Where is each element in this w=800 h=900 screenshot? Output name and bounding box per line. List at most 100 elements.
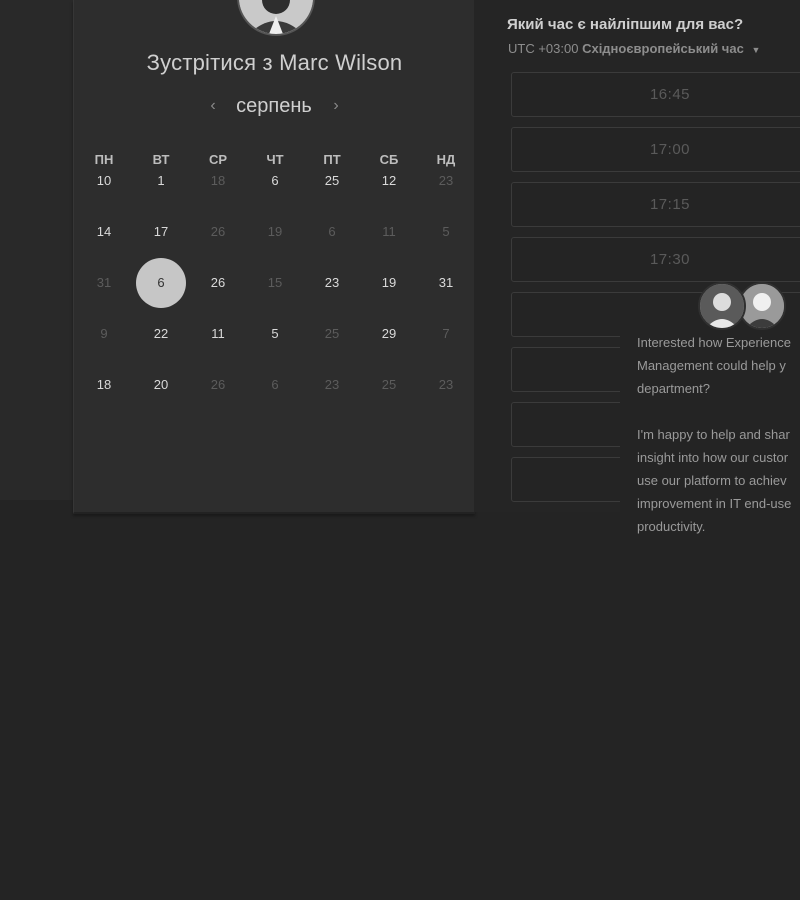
time-slot-label: 16:45 (649, 86, 691, 103)
chat-line: improvement in IT end-use (637, 496, 792, 511)
chat-line: Management could help y (637, 358, 786, 373)
time-slot-label: 17:30 (649, 251, 691, 268)
calendar-day: 23 (418, 172, 474, 190)
chat-line: productivity. (637, 519, 706, 534)
calendar-day: 23 (304, 376, 360, 394)
time-slot-label: 17:00 (649, 141, 691, 158)
timezone-offset: UTC +03:00 (508, 41, 579, 56)
calendar-day[interactable]: 29 (361, 325, 417, 343)
calendar-day: 7 (418, 325, 474, 343)
calendar-day: 31 (76, 274, 132, 292)
calendar-day: 26 (190, 223, 246, 241)
calendar-day[interactable]: 31 (418, 274, 474, 292)
calendar-day-number: 11 (382, 224, 396, 239)
calendar-day[interactable]: 11 (190, 325, 246, 343)
calendar-day[interactable]: 26 (190, 274, 246, 292)
calendar-day-number: 18 (210, 173, 226, 188)
calendar-day: 25 (304, 325, 360, 343)
calendar-day[interactable]: 1 (133, 172, 189, 190)
calendar-day[interactable]: 20 (133, 376, 189, 394)
calendar-day: 5 (418, 223, 474, 241)
calendar-day: 6 (247, 376, 303, 394)
weekday-label: ПН (94, 152, 114, 167)
calendar-day-number: 7 (442, 326, 450, 341)
calendar-day-number: 12 (381, 173, 397, 188)
chat-popup[interactable]: Interested how Experience Management coul… (620, 282, 800, 540)
calendar-day-number: 5 (442, 224, 450, 239)
time-slot-label: 17:15 (649, 196, 691, 213)
calendar-day-number: 19 (381, 275, 397, 290)
calendar-day-number: 14 (96, 224, 112, 239)
calendar-day-number: 18 (96, 377, 112, 392)
calendar-day-number: 23 (438, 173, 454, 188)
calendar-day: 9 (76, 325, 132, 343)
weekday-label: СР (208, 152, 228, 167)
calendar-day-number: 25 (381, 377, 397, 392)
calendar-day-number: 22 (153, 326, 169, 341)
calendar-day-number: 25 (324, 173, 340, 188)
chat-line: I'm happy to help and shar (637, 427, 790, 442)
calendar-day-number: 1 (157, 173, 165, 188)
chat-message: Interested how Experience Management coul… (637, 331, 800, 538)
time-slot-button[interactable]: 17:00 (511, 127, 800, 172)
calendar-day[interactable]: 18 (76, 376, 132, 394)
calendar-day[interactable]: 14 (76, 223, 132, 241)
prev-month-chevron-left-icon[interactable]: ‹ (205, 96, 221, 116)
chat-line (637, 400, 800, 423)
calendar-day[interactable]: 19 (361, 274, 417, 292)
calendar-day[interactable]: 6 (247, 172, 303, 190)
calendar-day[interactable]: 23 (304, 274, 360, 292)
timezone-name: Східноєвропейський час (582, 41, 744, 56)
chat-line: insight into how our custor (637, 450, 789, 465)
calendar-day: 18 (190, 172, 246, 190)
calendar-day-number: 9 (100, 326, 108, 341)
calendar-day-number: 23 (324, 377, 340, 392)
calendar-day-number: 6 (271, 173, 279, 188)
calendar-day-number: 31 (96, 275, 112, 290)
calendar-day: 19 (247, 223, 303, 241)
host-name: Marc Wilson (279, 50, 403, 75)
calendar-day[interactable]: 17 (133, 223, 189, 241)
weekday-label: СБ (379, 152, 399, 167)
caret-down-icon: ▼ (751, 45, 761, 55)
timezone-selector[interactable]: UTC +03:00 Східноєвропейський час ▼ (508, 41, 760, 56)
calendar-day: 26 (190, 376, 246, 394)
time-slot-button[interactable]: 16:45 (511, 72, 800, 117)
calendar-day: 23 (418, 376, 474, 394)
page: Зустрітися з Marc Wilson ‹ серпень › ПН В… (0, 0, 800, 900)
calendar-day-number: 19 (267, 224, 283, 239)
calendar-day-number: 20 (153, 377, 169, 392)
calendar-day-number: 6 (157, 275, 165, 290)
calendar-day-number: 6 (328, 224, 336, 239)
calendar-panel: Зустрітися з Marc Wilson ‹ серпень › ПН В… (73, 0, 475, 514)
meeting-title: Зустрітися з Marc Wilson (74, 50, 475, 76)
next-month-chevron-right-icon[interactable]: › (328, 96, 344, 116)
weekday-label: ВТ (152, 152, 170, 167)
calendar-day[interactable]: 12 (361, 172, 417, 190)
weekday-label: НД (436, 152, 456, 167)
calendar-day-number: 10 (96, 173, 112, 188)
calendar-day-number: 23 (324, 275, 340, 290)
agent-avatar-1 (698, 282, 746, 330)
calendar-day: 25 (361, 376, 417, 394)
calendar-day-number: 11 (211, 326, 225, 341)
month-navigation: ‹ серпень › (74, 93, 475, 121)
time-question: Який час є найліпшим для вас? (507, 16, 744, 33)
calendar-day-number: 26 (210, 224, 226, 239)
chat-line: Interested how Experience (637, 335, 791, 350)
time-slot-button[interactable]: 17:30 (511, 237, 800, 282)
calendar-day[interactable]: 10 (76, 172, 132, 190)
weekday-label: ЧТ (266, 152, 284, 167)
calendar-day[interactable]: 5 (247, 325, 303, 343)
weekday-header: ПН ВТ СР ЧТ ПТ СБ НД (76, 152, 475, 168)
meeting-title-prefix: Зустрітися з (146, 50, 273, 75)
calendar-day-selected[interactable]: 6 (133, 258, 189, 308)
chat-line: department? (637, 381, 710, 396)
calendar-day[interactable]: 25 (304, 172, 360, 190)
calendar-day: 6 (304, 223, 360, 241)
calendar-day-number: 23 (438, 377, 454, 392)
calendar-day-number: 26 (210, 275, 226, 290)
time-slot-button[interactable]: 17:15 (511, 182, 800, 227)
calendar-day-number: 31 (438, 275, 454, 290)
calendar-day[interactable]: 22 (133, 325, 189, 343)
